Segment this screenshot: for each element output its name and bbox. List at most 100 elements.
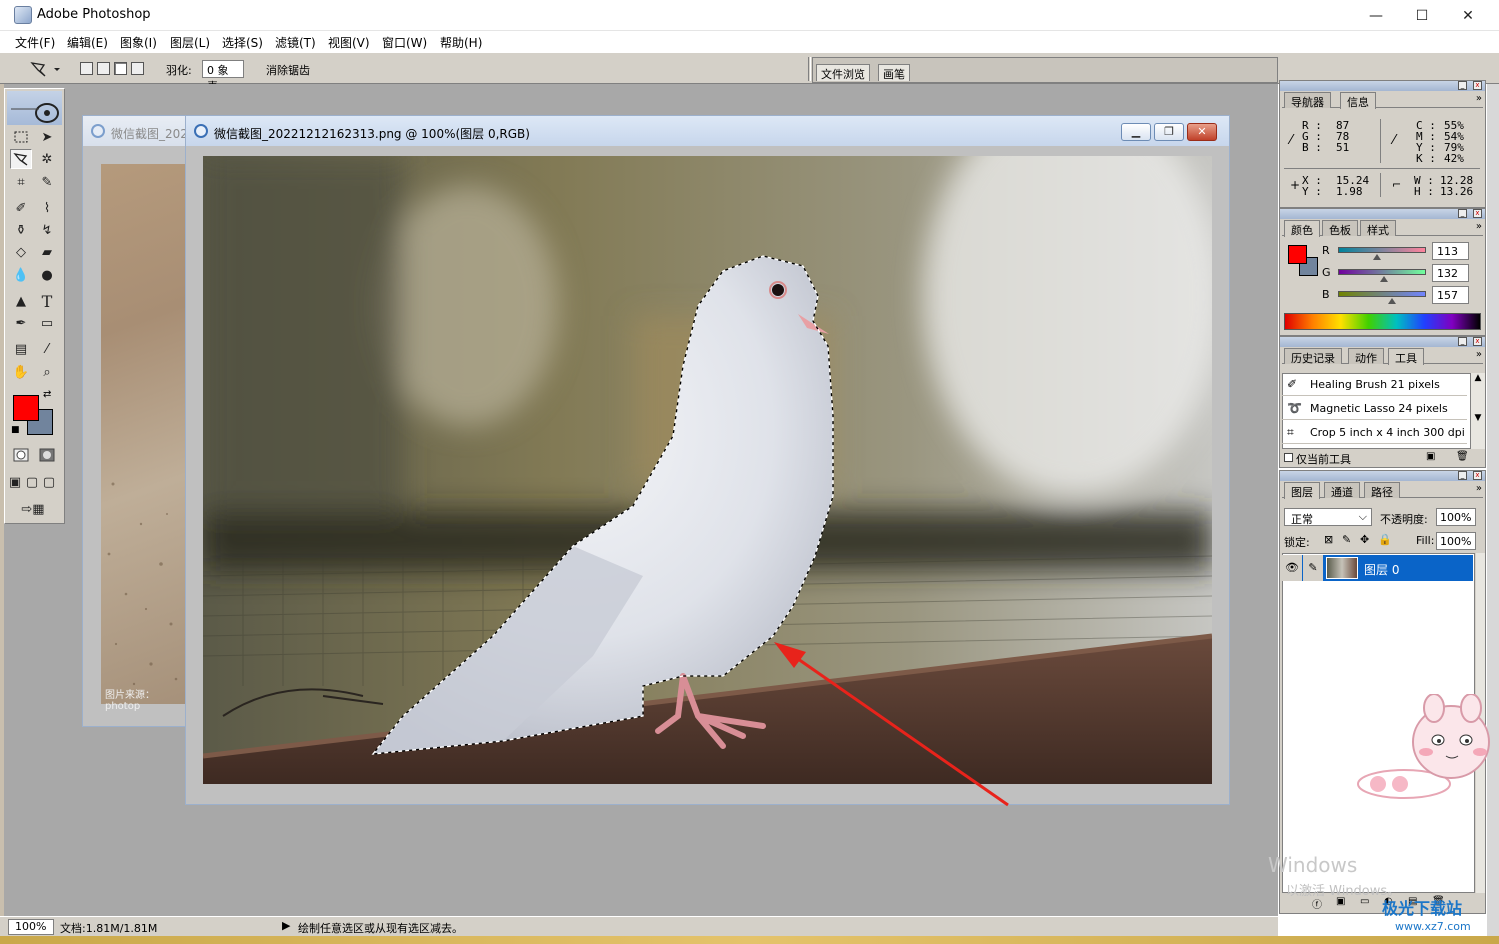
new-preset-icon[interactable]: ▣ (1426, 451, 1435, 462)
preset-item-magnetic-lasso[interactable]: ➰ Magnetic Lasso 24 pixels (1282, 397, 1467, 420)
current-tool-only-checkbox[interactable] (1284, 453, 1293, 462)
gradient-tool-icon[interactable]: ▰ (36, 242, 58, 262)
add-selection-icon[interactable] (97, 62, 110, 75)
palette-menu-icon[interactable]: » (1476, 93, 1482, 104)
feather-input[interactable]: 0 象素 (202, 60, 244, 93)
tab-tool-presets[interactable]: 工具 (1388, 348, 1424, 365)
palette-menu-icon[interactable]: » (1476, 221, 1482, 232)
layer-row-0[interactable]: 👁 ✎ 图层 0 (1282, 555, 1473, 581)
palette-menu-icon[interactable]: » (1476, 483, 1482, 494)
canvas-image[interactable] (203, 156, 1212, 784)
zoom-tool-icon[interactable]: ⌕ (36, 362, 58, 382)
lasso-tool-icon[interactable] (10, 149, 32, 169)
tab-actions[interactable]: 动作 (1348, 348, 1384, 365)
preset-scrollbar[interactable]: ▲ ▼ (1471, 373, 1485, 449)
brush-tool-icon[interactable]: ⌇ (36, 198, 58, 218)
menu-view[interactable]: 视图(V) (328, 34, 370, 51)
full-screen-mode-icon[interactable]: ▢ (41, 472, 57, 492)
tab-channels[interactable]: 通道 (1324, 482, 1360, 499)
default-colors-icon[interactable]: ■ (11, 425, 20, 435)
palette-well-tab-brushes[interactable]: 画笔 (878, 64, 910, 81)
tab-info[interactable]: 信息 (1340, 92, 1376, 109)
color-value-g[interactable]: 132 (1432, 264, 1469, 282)
menu-image[interactable]: 图象(I) (120, 34, 157, 51)
standard-mode-icon[interactable] (10, 445, 32, 465)
menu-filter[interactable]: 滤镜(T) (275, 34, 316, 51)
opacity-input[interactable]: 100% (1436, 508, 1476, 526)
dodge-tool-icon[interactable]: ● (36, 265, 58, 285)
new-selection-icon[interactable] (80, 62, 93, 75)
eyedropper-rgb-icon: ⁄ (1290, 133, 1293, 148)
history-brush-tool-icon[interactable]: ↯ (36, 220, 58, 240)
hand-tool-icon[interactable]: ✋ (10, 362, 32, 382)
color-foreground-swatch[interactable] (1288, 245, 1307, 264)
doc-restore-button[interactable]: ❐ (1154, 123, 1184, 141)
preset-item-crop[interactable]: ⌗ Crop 5 inch x 4 inch 300 dpi (1282, 421, 1467, 444)
healing-brush-tool-icon[interactable]: ✐ (10, 198, 32, 218)
doc-minimize-button[interactable]: ▁ (1121, 123, 1151, 141)
blur-tool-icon[interactable]: 💧 (10, 265, 32, 285)
toolbox-eye-logo[interactable] (7, 91, 62, 125)
eyedropper-tool-icon[interactable]: ⁄ (36, 339, 58, 359)
layer-visibility-eye-icon[interactable]: 👁 (1282, 555, 1302, 581)
path-selection-tool-icon[interactable]: ▲ (10, 291, 32, 311)
quick-mask-mode-icon[interactable] (36, 445, 58, 465)
tab-color[interactable]: 颜色 (1284, 220, 1320, 237)
menu-select[interactable]: 选择(S) (222, 34, 263, 51)
tab-paths[interactable]: 路径 (1364, 482, 1400, 499)
menu-layer[interactable]: 图层(L) (170, 34, 210, 51)
status-menu-arrow-icon[interactable]: ▶ (282, 919, 290, 932)
type-tool-icon[interactable]: T (36, 291, 58, 311)
tool-preset-lasso-icon[interactable] (28, 59, 64, 79)
palette-well-tab-filebrowser[interactable]: 文件浏览 (816, 64, 870, 81)
back-document-window[interactable]: 微信截图_202 图片来源：photop (82, 115, 192, 727)
slice-tool-icon[interactable]: ✎ (36, 172, 58, 192)
color-value-r[interactable]: 113 (1432, 242, 1469, 260)
lock-transparency-icon[interactable]: ⊠ (1324, 533, 1333, 546)
delete-preset-icon[interactable]: 🗑 (1456, 451, 1469, 462)
doc-close-button[interactable]: ✕ (1187, 123, 1217, 141)
minimize-button[interactable]: — (1353, 0, 1399, 31)
subtract-selection-icon[interactable] (114, 62, 127, 75)
lock-all-icon[interactable]: 🔒 (1378, 533, 1392, 546)
preset-item-healing-brush[interactable]: ✐ Healing Brush 21 pixels (1282, 373, 1467, 396)
full-screen-menu-mode-icon[interactable]: ▢ (24, 472, 40, 492)
close-button[interactable]: ✕ (1445, 0, 1491, 31)
color-value-b[interactable]: 157 (1432, 286, 1469, 304)
menu-file[interactable]: 文件(F) (15, 34, 55, 51)
zoom-level-field[interactable]: 100% (8, 919, 54, 935)
tab-swatches[interactable]: 色板 (1322, 220, 1358, 237)
jump-to-imageready-icon[interactable]: ⇨▦ (10, 499, 56, 519)
tab-history[interactable]: 历史记录 (1284, 348, 1342, 365)
maximize-button[interactable]: ☐ (1399, 0, 1445, 31)
menu-window[interactable]: 窗口(W) (382, 34, 427, 51)
lock-position-icon[interactable]: ✥ (1360, 533, 1369, 546)
eraser-tool-icon[interactable]: ◇ (10, 242, 32, 262)
color-slider-g[interactable]: G 132 (1322, 263, 1469, 285)
clone-stamp-tool-icon[interactable]: ⚱ (10, 220, 32, 240)
magic-wand-tool-icon[interactable]: ✲ (36, 149, 58, 169)
lock-pixels-icon[interactable]: ✎ (1342, 533, 1351, 546)
move-tool-icon[interactable]: ➤ (36, 127, 58, 147)
tab-navigator[interactable]: 导航器 (1284, 92, 1331, 109)
info-k: 42% (1444, 152, 1464, 165)
swap-colors-icon[interactable]: ⇄ (43, 389, 51, 400)
color-ramp[interactable] (1284, 313, 1481, 330)
standard-screen-mode-icon[interactable]: ▣ (7, 472, 23, 492)
menu-help[interactable]: 帮助(H) (440, 34, 482, 51)
pen-tool-icon[interactable]: ✒ (10, 313, 32, 333)
tab-layers[interactable]: 图层 (1284, 482, 1320, 499)
fill-input[interactable]: 100% (1436, 532, 1476, 550)
menu-edit[interactable]: 编辑(E) (67, 34, 108, 51)
color-slider-r[interactable]: R 113 (1322, 241, 1469, 263)
foreground-color-swatch[interactable] (13, 395, 39, 421)
intersect-selection-icon[interactable] (131, 62, 144, 75)
palette-menu-icon[interactable]: » (1476, 349, 1482, 360)
shape-tool-icon[interactable]: ▭ (36, 313, 58, 333)
blend-mode-select[interactable]: 正常 ⌵ (1284, 508, 1372, 526)
tab-styles[interactable]: 样式 (1360, 220, 1396, 237)
color-slider-b[interactable]: B 157 (1322, 285, 1469, 307)
crop-tool-icon[interactable]: ⌗ (10, 172, 32, 192)
marquee-tool-icon[interactable] (10, 127, 32, 147)
notes-tool-icon[interactable]: ▤ (10, 339, 32, 359)
